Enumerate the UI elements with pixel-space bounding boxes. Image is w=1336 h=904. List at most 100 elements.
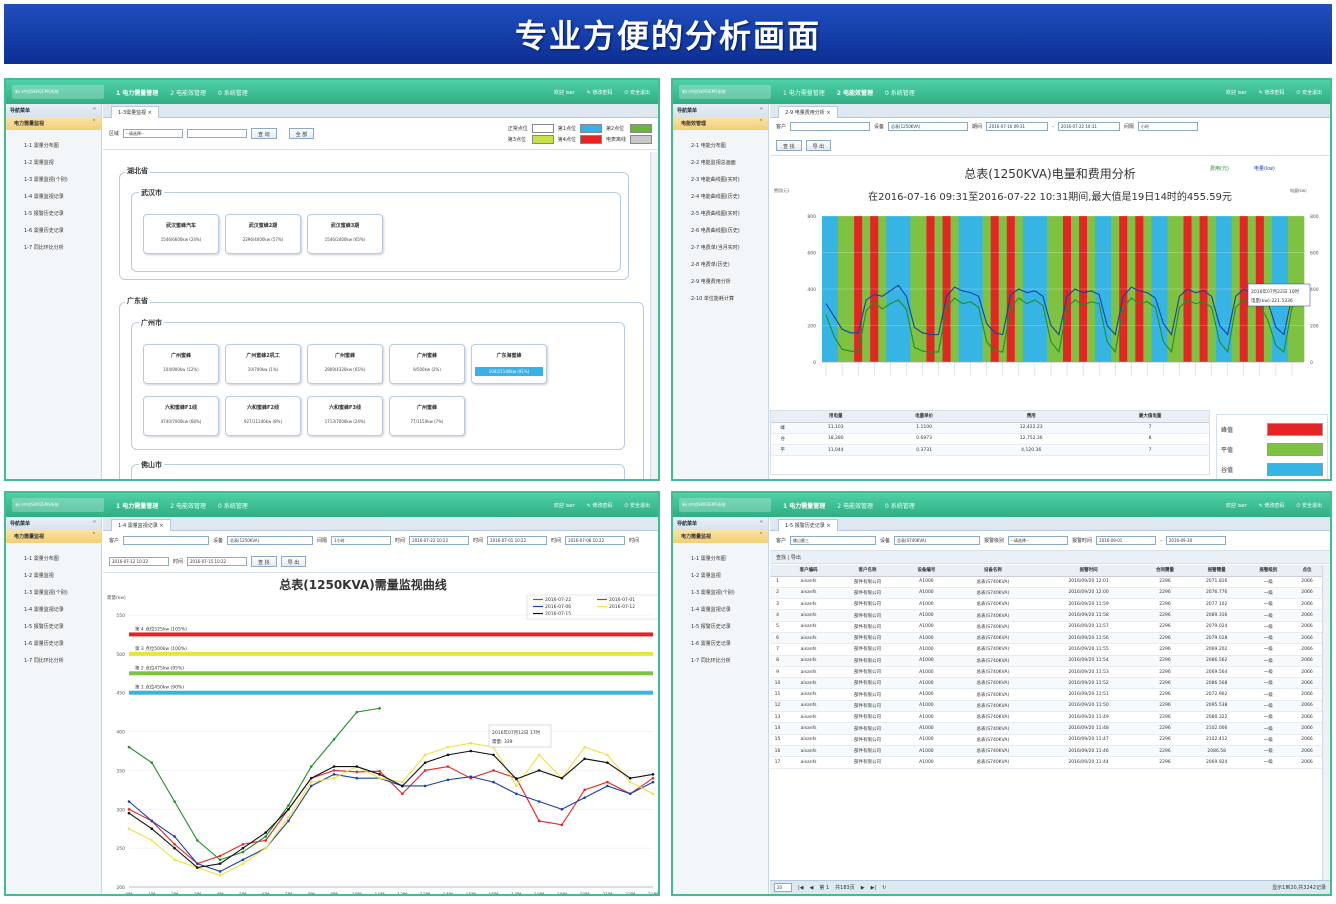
page-size-select[interactable]: 20	[774, 883, 792, 892]
nav-group[interactable]: 电能效管理 ⌃	[673, 117, 768, 130]
change-password-link[interactable]: ✎ 修改密码	[587, 89, 613, 96]
alarm-to-input[interactable]: 2016-09-30	[1165, 536, 1226, 545]
sidebar-item[interactable]: 1-1 需量分布图	[24, 138, 101, 155]
menu-tab-energy[interactable]: 2 电能效管理	[837, 88, 873, 97]
table-header[interactable]: 客户编码	[785, 565, 833, 577]
table-row[interactable]: 9 aisanfs 部件有限公司 A1000 总表(S740KVA) 2016/09/20…	[770, 666, 1322, 679]
sidebar-item[interactable]: 1-7 同比环比分析	[24, 240, 101, 257]
collapse-icon[interactable]: «	[760, 106, 763, 112]
region-select[interactable]: --请选择--	[123, 129, 184, 138]
nav-group[interactable]: 电力需量监视 ⌃	[6, 117, 101, 130]
sidebar-item[interactable]: 2-1 电能分布图	[691, 138, 768, 155]
device-select[interactable]: 总表(S740KVA)	[894, 536, 981, 545]
collapse-icon[interactable]: «	[93, 519, 96, 525]
menu-tab-system[interactable]: 0 系统管理	[885, 501, 915, 510]
site-card[interactable]: 武汉蜜蜂2期 2296/4000kw (57%)	[225, 214, 301, 254]
chevron-up-icon[interactable]: ⌃	[92, 532, 96, 538]
site-card[interactable]: 六和蜜蜂F2线 927/11140kw (8%)	[225, 396, 301, 436]
sidebar-item[interactable]: 2-6 电费曲线图(历史)	[691, 223, 768, 240]
device-select[interactable]: 总表(1250KVA)	[227, 536, 314, 546]
site-card[interactable]: 广州蜜蜂 77/1150kw (7%)	[389, 396, 465, 436]
sidebar-item[interactable]: 1-3 需量监视(个别)	[691, 585, 768, 602]
sidebar-item[interactable]: 1-4 需量监视记录	[691, 602, 768, 619]
interval-select[interactable]: 1小时	[331, 536, 392, 546]
table-row[interactable]: 16 aisanfs 部件有限公司 A1000 总表(S740KVA) 2016/09/2…	[770, 745, 1322, 758]
refresh-icon[interactable]: ↻	[882, 885, 886, 891]
site-card[interactable]: 武汉蜜蜂汽车 1546/6600kw (24%)	[143, 214, 219, 254]
menu-tab-energy[interactable]: 2 电能效管理	[837, 501, 873, 510]
sidebar-item[interactable]: 1-6 需量历史记录	[24, 636, 101, 653]
chevron-up-icon[interactable]: ⌃	[759, 532, 763, 538]
menu-tab-demand[interactable]: 1 电力需量管理	[116, 88, 158, 97]
change-password-link[interactable]: ✎ 修改密码	[1259, 502, 1285, 509]
sidebar-item[interactable]: 2-3 电能曲线图(实时)	[691, 172, 768, 189]
period-to-input[interactable]: 2016-07-22 10:31	[1057, 122, 1120, 132]
table-row[interactable]: 15 aisanfs 部件有限公司 A1000 总表(S740KVA) 2016/09/2…	[770, 734, 1322, 746]
change-password-link[interactable]: ✎ 修改密码	[1259, 89, 1285, 96]
menu-tab-system[interactable]: 0 系统管理	[885, 88, 915, 97]
table-header[interactable]: 报警级别	[1244, 565, 1292, 577]
subregion-select[interactable]	[187, 129, 248, 138]
site-card[interactable]: 广州蜜蜂 104/900kw (12%)	[143, 344, 219, 384]
device-select[interactable]: 总表(1250KVA)	[888, 122, 969, 132]
site-card[interactable]: 六和蜜蜂F1线 4740/7000kw (68%)	[143, 396, 219, 436]
tab-active[interactable]: 2-9 电量费用分析 ×	[778, 106, 838, 118]
nav-group[interactable]: 电力需量监视 ⌃	[6, 530, 101, 543]
sidebar-item[interactable]: 2-2 电能监视总画面	[691, 155, 768, 172]
chevron-up-icon[interactable]: ⌃	[759, 119, 763, 125]
menu-tab-demand[interactable]: 1 电力需量管理	[783, 501, 825, 510]
menu-tab-demand[interactable]: 1 电力需量管理	[783, 88, 825, 97]
level-select[interactable]: --请选择--	[1008, 536, 1069, 545]
customer-select[interactable]	[790, 122, 871, 132]
sidebar-item[interactable]: 1-2 需量监视	[691, 568, 768, 585]
query-link[interactable]: 查找	[776, 555, 786, 561]
site-card[interactable]: 广州蜜蜂2机工 10/700kw (1%)	[225, 344, 301, 384]
sidebar-item[interactable]: 1-1 需量分布图	[24, 551, 101, 568]
table-row[interactable]: 17 aisanfs 部件有限公司 A1000 总表(S740KVA) 2016/09/2…	[770, 756, 1322, 769]
table-header[interactable]: 设备编号	[902, 565, 950, 577]
sidebar-item[interactable]: 2-10 单位能耗计算	[691, 291, 768, 308]
site-card[interactable]: 广州蜜蜂 2809/4320kw (65%)	[307, 344, 383, 384]
export-link[interactable]: 导出	[791, 555, 801, 561]
table-header[interactable]: 设备名称	[949, 565, 1036, 577]
sidebar-item[interactable]: 2-9 电量费用分析	[691, 274, 768, 291]
sidebar-item[interactable]: 1-5 报警历史记录	[691, 619, 768, 636]
table-header[interactable]: 点位	[1291, 565, 1322, 577]
export-button[interactable]: 导 出	[805, 139, 832, 151]
sidebar-item[interactable]: 1-5 报警历史记录	[24, 206, 101, 223]
query-button[interactable]: 查 找	[251, 555, 277, 567]
export-button[interactable]: 导 出	[280, 555, 307, 567]
sidebar-item[interactable]: 2-4 电能曲线图(历史)	[691, 189, 768, 206]
interval-select[interactable]: 小时	[1137, 122, 1198, 132]
sidebar-item[interactable]: 2-5 电费曲线图(实时)	[691, 206, 768, 223]
last-page-icon[interactable]: ▶|	[871, 885, 877, 891]
menu-tab-demand[interactable]: 1 电力需量管理	[116, 501, 158, 510]
all-button[interactable]: 全 部	[288, 128, 315, 139]
sidebar-item[interactable]: 1-3 需量监视(个别)	[24, 172, 101, 189]
logout-link[interactable]: ⏻ 安全退出	[624, 89, 650, 96]
collapse-icon[interactable]: «	[93, 106, 96, 112]
time-input-5[interactable]: 2016-07-15 10:22	[187, 556, 248, 566]
table-row[interactable]: 14 aisanfs 部件有限公司 A1000 总表(S740KVA) 2016/09/2…	[770, 722, 1322, 735]
sidebar-item[interactable]: 1-1 需量分布图	[691, 551, 768, 568]
prev-page-icon[interactable]: ◀	[810, 885, 814, 891]
query-button[interactable]: 查 找	[776, 139, 802, 151]
next-page-icon[interactable]: ▶	[861, 885, 865, 891]
chevron-up-icon[interactable]: ⌃	[92, 119, 96, 125]
table-header[interactable]	[770, 565, 786, 577]
table-row[interactable]: 3 aisanfs 部件有限公司 A1000 总表(S740KVA) 2016/09/20…	[770, 598, 1322, 611]
sidebar-item[interactable]: 1-2 需量监视	[24, 155, 101, 172]
menu-tab-energy[interactable]: 2 电能效管理	[170, 501, 206, 510]
logout-link[interactable]: ⏻ 安全退出	[1296, 502, 1322, 509]
table-header[interactable]: 合同需量	[1141, 565, 1189, 577]
table-row[interactable]: 2 aisanfs 部件有限公司 A1000 总表(S740KVA) 2016/09/20…	[770, 587, 1322, 600]
change-password-link[interactable]: ✎ 修改密码	[587, 502, 613, 509]
site-card[interactable]: 广州蜜蜂 9/500kw (2%)	[389, 344, 465, 384]
site-card[interactable]: 六和蜜蜂F3线 1713/7000kw (24%)	[307, 396, 383, 436]
sidebar-item[interactable]: 2-8 电费单(历史)	[691, 257, 768, 274]
sidebar-item[interactable]: 1-4 需量监视记录	[24, 189, 101, 206]
logout-link[interactable]: ⏻ 安全退出	[1296, 89, 1322, 96]
table-row[interactable]: 10 aisanfs 部件有限公司 A1000 总表(S740KVA) 2016/09/2…	[770, 677, 1322, 690]
sidebar-item[interactable]: 1-3 需量监视(个别)	[24, 585, 101, 602]
sidebar-item[interactable]: 1-4 需量监视记录	[24, 602, 101, 619]
